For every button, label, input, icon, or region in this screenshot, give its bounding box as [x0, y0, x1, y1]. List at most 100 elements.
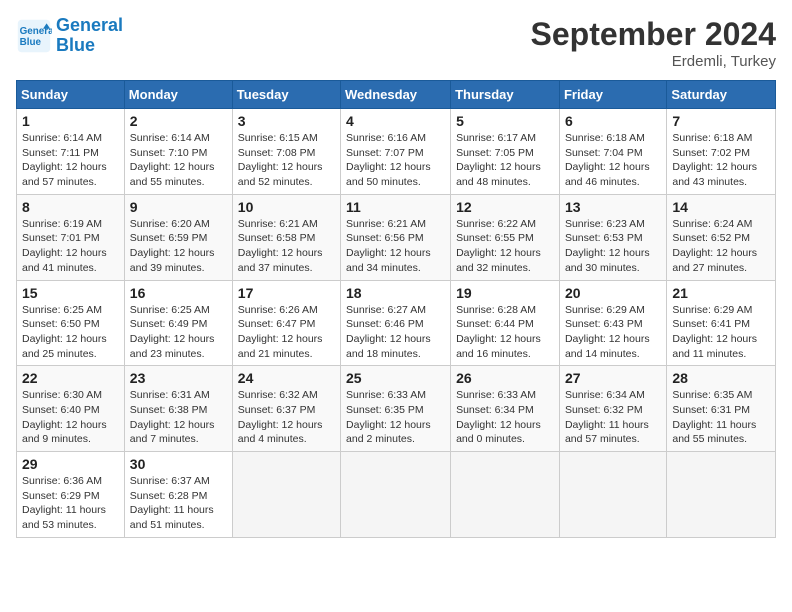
day-number: 4 [346, 113, 445, 129]
col-friday: Friday [559, 81, 666, 109]
table-row: 16 Sunrise: 6:25 AMSunset: 6:49 PMDaylig… [124, 280, 232, 366]
day-info: Sunrise: 6:33 AMSunset: 6:34 PMDaylight:… [456, 389, 541, 445]
svg-text:Blue: Blue [20, 37, 42, 48]
day-number: 3 [238, 113, 335, 129]
table-row: 19 Sunrise: 6:28 AMSunset: 6:44 PMDaylig… [451, 280, 560, 366]
day-info: Sunrise: 6:31 AMSunset: 6:38 PMDaylight:… [130, 389, 215, 445]
day-number: 19 [456, 285, 554, 301]
table-row: 28 Sunrise: 6:35 AMSunset: 6:31 PMDaylig… [667, 366, 776, 452]
day-info: Sunrise: 6:32 AMSunset: 6:37 PMDaylight:… [238, 389, 323, 445]
day-number: 6 [565, 113, 661, 129]
table-row: 15 Sunrise: 6:25 AMSunset: 6:50 PMDaylig… [17, 280, 125, 366]
table-row: 6 Sunrise: 6:18 AMSunset: 7:04 PMDayligh… [559, 109, 666, 195]
title-block: September 2024 Erdemli, Turkey [531, 16, 776, 70]
table-row: 30 Sunrise: 6:37 AMSunset: 6:28 PMDaylig… [124, 452, 232, 538]
calendar-week-5: 29 Sunrise: 6:36 AMSunset: 6:29 PMDaylig… [17, 452, 776, 538]
day-number: 15 [22, 285, 119, 301]
day-number: 22 [22, 370, 119, 386]
col-saturday: Saturday [667, 81, 776, 109]
day-info: Sunrise: 6:37 AMSunset: 6:28 PMDaylight:… [130, 475, 214, 531]
table-row: 20 Sunrise: 6:29 AMSunset: 6:43 PMDaylig… [559, 280, 666, 366]
day-number: 14 [672, 199, 770, 215]
day-info: Sunrise: 6:23 AMSunset: 6:53 PMDaylight:… [565, 218, 650, 274]
day-info: Sunrise: 6:15 AMSunset: 7:08 PMDaylight:… [238, 132, 323, 188]
col-wednesday: Wednesday [341, 81, 451, 109]
page-header: General Blue GeneralBlue September 2024 … [16, 16, 776, 70]
table-row [559, 452, 666, 538]
table-row: 1 Sunrise: 6:14 AMSunset: 7:11 PMDayligh… [17, 109, 125, 195]
day-number: 23 [130, 370, 227, 386]
day-number: 7 [672, 113, 770, 129]
calendar-header-row: Sunday Monday Tuesday Wednesday Thursday… [17, 81, 776, 109]
table-row: 2 Sunrise: 6:14 AMSunset: 7:10 PMDayligh… [124, 109, 232, 195]
day-info: Sunrise: 6:16 AMSunset: 7:07 PMDaylight:… [346, 132, 431, 188]
day-info: Sunrise: 6:21 AMSunset: 6:56 PMDaylight:… [346, 218, 431, 274]
day-number: 13 [565, 199, 661, 215]
day-info: Sunrise: 6:28 AMSunset: 6:44 PMDaylight:… [456, 304, 541, 360]
day-number: 21 [672, 285, 770, 301]
day-info: Sunrise: 6:25 AMSunset: 6:49 PMDaylight:… [130, 304, 215, 360]
col-tuesday: Tuesday [232, 81, 340, 109]
day-number: 8 [22, 199, 119, 215]
table-row: 27 Sunrise: 6:34 AMSunset: 6:32 PMDaylig… [559, 366, 666, 452]
day-info: Sunrise: 6:14 AMSunset: 7:10 PMDaylight:… [130, 132, 215, 188]
table-row [341, 452, 451, 538]
day-info: Sunrise: 6:18 AMSunset: 7:04 PMDaylight:… [565, 132, 650, 188]
day-number: 20 [565, 285, 661, 301]
table-row: 4 Sunrise: 6:16 AMSunset: 7:07 PMDayligh… [341, 109, 451, 195]
col-sunday: Sunday [17, 81, 125, 109]
calendar-week-4: 22 Sunrise: 6:30 AMSunset: 6:40 PMDaylig… [17, 366, 776, 452]
logo-icon: General Blue [16, 18, 52, 54]
day-number: 5 [456, 113, 554, 129]
month-year: September 2024 [531, 16, 776, 53]
day-info: Sunrise: 6:29 AMSunset: 6:41 PMDaylight:… [672, 304, 757, 360]
day-number: 25 [346, 370, 445, 386]
day-number: 1 [22, 113, 119, 129]
table-row: 13 Sunrise: 6:23 AMSunset: 6:53 PMDaylig… [559, 194, 666, 280]
table-row: 3 Sunrise: 6:15 AMSunset: 7:08 PMDayligh… [232, 109, 340, 195]
calendar-week-2: 8 Sunrise: 6:19 AMSunset: 7:01 PMDayligh… [17, 194, 776, 280]
day-info: Sunrise: 6:14 AMSunset: 7:11 PMDaylight:… [22, 132, 107, 188]
calendar-week-3: 15 Sunrise: 6:25 AMSunset: 6:50 PMDaylig… [17, 280, 776, 366]
table-row: 23 Sunrise: 6:31 AMSunset: 6:38 PMDaylig… [124, 366, 232, 452]
day-number: 16 [130, 285, 227, 301]
day-info: Sunrise: 6:19 AMSunset: 7:01 PMDaylight:… [22, 218, 107, 274]
day-info: Sunrise: 6:26 AMSunset: 6:47 PMDaylight:… [238, 304, 323, 360]
day-info: Sunrise: 6:22 AMSunset: 6:55 PMDaylight:… [456, 218, 541, 274]
day-info: Sunrise: 6:36 AMSunset: 6:29 PMDaylight:… [22, 475, 106, 531]
logo-text: GeneralBlue [56, 16, 123, 56]
day-info: Sunrise: 6:30 AMSunset: 6:40 PMDaylight:… [22, 389, 107, 445]
table-row: 18 Sunrise: 6:27 AMSunset: 6:46 PMDaylig… [341, 280, 451, 366]
day-info: Sunrise: 6:18 AMSunset: 7:02 PMDaylight:… [672, 132, 757, 188]
day-number: 12 [456, 199, 554, 215]
day-info: Sunrise: 6:27 AMSunset: 6:46 PMDaylight:… [346, 304, 431, 360]
table-row: 17 Sunrise: 6:26 AMSunset: 6:47 PMDaylig… [232, 280, 340, 366]
table-row: 8 Sunrise: 6:19 AMSunset: 7:01 PMDayligh… [17, 194, 125, 280]
col-thursday: Thursday [451, 81, 560, 109]
day-info: Sunrise: 6:33 AMSunset: 6:35 PMDaylight:… [346, 389, 431, 445]
day-info: Sunrise: 6:29 AMSunset: 6:43 PMDaylight:… [565, 304, 650, 360]
table-row: 24 Sunrise: 6:32 AMSunset: 6:37 PMDaylig… [232, 366, 340, 452]
day-number: 27 [565, 370, 661, 386]
day-info: Sunrise: 6:24 AMSunset: 6:52 PMDaylight:… [672, 218, 757, 274]
table-row: 7 Sunrise: 6:18 AMSunset: 7:02 PMDayligh… [667, 109, 776, 195]
table-row: 25 Sunrise: 6:33 AMSunset: 6:35 PMDaylig… [341, 366, 451, 452]
day-info: Sunrise: 6:21 AMSunset: 6:58 PMDaylight:… [238, 218, 323, 274]
table-row [667, 452, 776, 538]
day-number: 24 [238, 370, 335, 386]
day-number: 11 [346, 199, 445, 215]
table-row: 9 Sunrise: 6:20 AMSunset: 6:59 PMDayligh… [124, 194, 232, 280]
table-row: 5 Sunrise: 6:17 AMSunset: 7:05 PMDayligh… [451, 109, 560, 195]
day-number: 9 [130, 199, 227, 215]
table-row [451, 452, 560, 538]
day-number: 10 [238, 199, 335, 215]
table-row: 14 Sunrise: 6:24 AMSunset: 6:52 PMDaylig… [667, 194, 776, 280]
table-row: 12 Sunrise: 6:22 AMSunset: 6:55 PMDaylig… [451, 194, 560, 280]
day-info: Sunrise: 6:35 AMSunset: 6:31 PMDaylight:… [672, 389, 756, 445]
day-number: 30 [130, 456, 227, 472]
location: Erdemli, Turkey [531, 53, 776, 70]
table-row: 26 Sunrise: 6:33 AMSunset: 6:34 PMDaylig… [451, 366, 560, 452]
calendar-week-1: 1 Sunrise: 6:14 AMSunset: 7:11 PMDayligh… [17, 109, 776, 195]
table-row: 22 Sunrise: 6:30 AMSunset: 6:40 PMDaylig… [17, 366, 125, 452]
logo: General Blue GeneralBlue [16, 16, 123, 56]
